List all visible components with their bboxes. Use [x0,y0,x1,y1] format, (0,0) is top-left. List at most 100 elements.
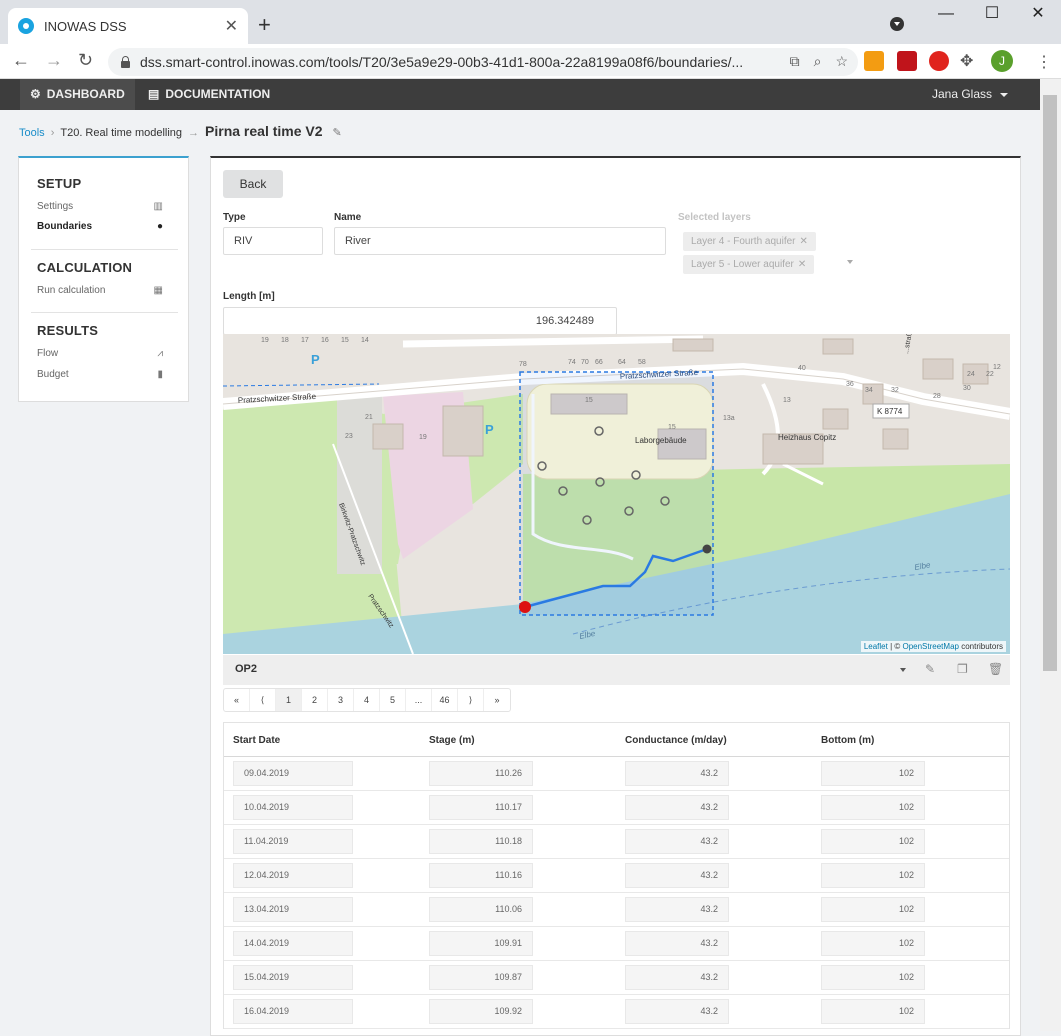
stage-input[interactable]: 109.87 [429,965,533,990]
page-button[interactable]: 4 [354,689,380,711]
nav-dashboard[interactable]: ⚙ DASHBOARD [20,79,135,110]
start-date-input[interactable]: 16.04.2019 [233,999,353,1024]
layer-chip[interactable]: Layer 4 - Fourth aquifer ✕ [683,232,816,251]
address-bar[interactable]: dss.smart-control.inowas.com/tools/T20/3… [108,48,858,76]
sidebar-divider [31,249,178,250]
start-date-input[interactable]: 15.04.2019 [233,965,353,990]
page-button[interactable]: 1 [276,689,302,711]
breadcrumb-tools[interactable]: Tools [19,127,45,139]
op-dropdown-caret-icon[interactable] [900,668,906,672]
sidebar-item-settings[interactable]: Settings ▥ [37,201,163,212]
conductance-input[interactable]: 43.2 [625,863,729,888]
conductance-input[interactable]: 43.2 [625,897,729,922]
observation-point-name[interactable]: OP2 [235,663,257,675]
stage-input[interactable]: 109.91 [429,931,533,956]
house-number-label: 58 [638,359,646,366]
leaflet-link[interactable]: Leaflet [864,642,888,651]
close-window-icon[interactable]: ✕ [1015,0,1061,30]
browser-tab[interactable]: INOWAS DSS ✕ [8,8,248,44]
conductance-input[interactable]: 43.2 [625,965,729,990]
bottom-input[interactable]: 102 [821,931,925,956]
close-tab-icon[interactable]: ✕ [225,16,238,36]
page-button[interactable]: « [224,689,250,711]
user-menu[interactable]: Jana Glass [932,79,1008,110]
start-date-input[interactable]: 12.04.2019 [233,863,353,888]
line-chart-icon: ⩘ [157,348,163,359]
page-button[interactable]: ⟨ [250,689,276,711]
conductance-input[interactable]: 43.2 [625,931,729,956]
puzzle-extensions-icon[interactable]: ✥ [960,51,973,71]
page-scrollbar[interactable] [1040,79,1061,1031]
adblock-extension-icon[interactable] [929,51,949,71]
edit-pencil-icon[interactable]: ✎ [333,126,342,139]
stage-input[interactable]: 110.17 [429,795,533,820]
tab-search-icon[interactable] [890,17,904,31]
minimize-icon[interactable]: — [923,0,969,30]
page-button[interactable]: 3 [328,689,354,711]
table-cell: 13.04.2019 [224,897,420,922]
translate-icon[interactable]: ⧉ [790,53,800,70]
map-marker-icon: ● [156,221,163,232]
conductance-input[interactable]: 43.2 [625,999,729,1024]
page-button[interactable]: 5 [380,689,406,711]
browser-menu-icon[interactable]: ⋮ [1036,52,1052,72]
page-button[interactable]: ... [406,689,432,711]
layer-chip[interactable]: Layer 5 - Lower aquifer ✕ [683,255,815,274]
osm-link[interactable]: OpenStreetMap [902,642,958,651]
type-field[interactable]: RIV [223,227,323,255]
page-button[interactable]: 46 [432,689,458,711]
back-button[interactable]: Back [223,170,283,198]
pdf-extension-icon[interactable] [897,51,917,71]
sidebar-item-budget[interactable]: Budget ▮ [37,369,163,380]
stage-input[interactable]: 109.92 [429,999,533,1024]
reload-icon[interactable]: ↻ [78,50,93,71]
sidebar-item-run-calculation[interactable]: Run calculation ▦ [37,285,163,296]
sidebar-item-boundaries[interactable]: Boundaries ● [37,221,163,232]
bottom-input[interactable]: 102 [821,965,925,990]
stage-input[interactable]: 110.06 [429,897,533,922]
scrollbar-thumb[interactable] [1043,95,1057,671]
stage-input[interactable]: 110.26 [429,761,533,786]
page-button[interactable]: » [484,689,510,711]
length-field[interactable]: 196.342489 [223,307,617,335]
stage-input[interactable]: 110.16 [429,863,533,888]
profile-avatar[interactable]: J [991,50,1013,72]
extension-orange-icon[interactable] [864,51,884,71]
name-field[interactable]: River [334,227,666,255]
trash-icon[interactable]: 🗑 [988,662,1003,676]
bottom-input[interactable]: 102 [821,829,925,854]
sidebar-item-flow[interactable]: Flow ⩘ [37,348,163,359]
map[interactable]: P P Pratzschwitzer Straße Pratzschwitzer… [223,334,1010,654]
start-date-input[interactable]: 11.04.2019 [233,829,353,854]
layers-dropdown-caret-icon[interactable] [847,260,853,264]
page-button[interactable]: 2 [302,689,328,711]
start-date-input[interactable]: 09.04.2019 [233,761,353,786]
bottom-input[interactable]: 102 [821,863,925,888]
start-date-input[interactable]: 13.04.2019 [233,897,353,922]
nav-documentation[interactable]: ▤ DOCUMENTATION [148,79,270,110]
bottom-input[interactable]: 102 [821,897,925,922]
remove-chip-icon[interactable]: ✕ [798,259,806,270]
conductance-input[interactable]: 43.2 [625,829,729,854]
house-number-label: 40 [798,365,806,372]
forward-arrow-icon[interactable]: → [45,50,63,71]
stage-input[interactable]: 110.18 [429,829,533,854]
start-date-input[interactable]: 14.04.2019 [233,931,353,956]
bottom-input[interactable]: 102 [821,795,925,820]
back-arrow-icon[interactable]: ← [12,50,30,71]
breadcrumb-tool[interactable]: T20. Real time modelling [60,127,182,139]
remove-chip-icon[interactable]: ✕ [800,236,808,247]
edit-icon[interactable]: ✎ [925,662,935,676]
map-canvas[interactable]: P P Pratzschwitzer Straße Pratzschwitzer… [223,334,1010,654]
bottom-input[interactable]: 102 [821,761,925,786]
page-button[interactable]: ⟩ [458,689,484,711]
bookmark-star-icon[interactable]: ☆ [835,53,848,70]
bottom-input[interactable]: 102 [821,999,925,1024]
start-date-input[interactable]: 10.04.2019 [233,795,353,820]
conductance-input[interactable]: 43.2 [625,761,729,786]
maximize-icon[interactable]: ☐ [969,0,1015,30]
clone-icon[interactable]: ❐ [957,662,968,676]
new-tab-icon[interactable]: + [258,12,271,38]
conductance-input[interactable]: 43.2 [625,795,729,820]
zoom-icon[interactable]: ⌕ [814,53,822,70]
